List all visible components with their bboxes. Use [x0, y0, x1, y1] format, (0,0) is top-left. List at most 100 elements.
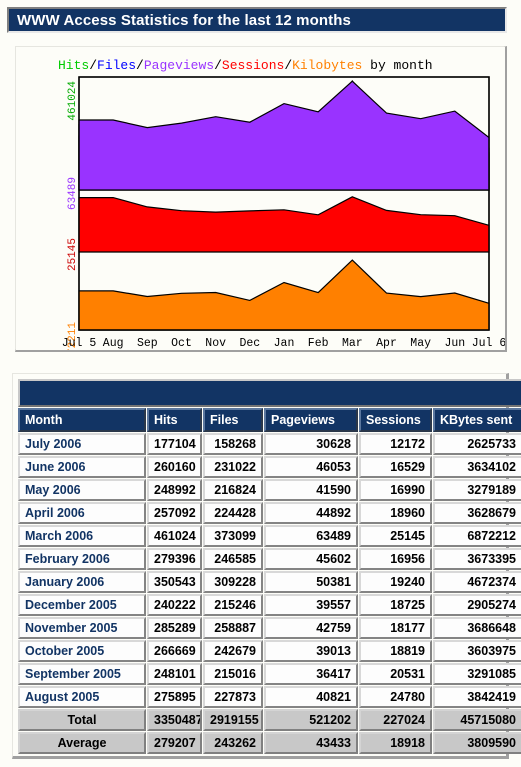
x-axis-label-3: Oct [171, 337, 192, 350]
y-axis-label-0: 461024 [67, 81, 79, 121]
cell-files: 227873 [203, 686, 263, 708]
cell-kbytes: 3686648 [433, 617, 521, 639]
chart-title-part-5: / [214, 58, 222, 73]
x-axis-label-1: Aug [103, 337, 124, 350]
cell-month[interactable]: December 2005 [18, 594, 146, 616]
total-row-hits: 3350487 [147, 709, 202, 731]
cell-sessions: 16529 [359, 456, 432, 478]
table-row: February 2006 279396 246585 45602 16956 36733… [18, 548, 521, 570]
cell-pageviews: 40821 [264, 686, 358, 708]
column-header-files[interactable]: Files [203, 408, 263, 432]
cell-sessions: 18960 [359, 502, 432, 524]
table-row: October 2005 266669 242679 39013 18819 360397… [18, 640, 521, 662]
table-row: March 2006 461024 373099 63489 25145 6872212 [18, 525, 521, 547]
cell-kbytes: 3842419 [433, 686, 521, 708]
cell-month[interactable]: September 2005 [18, 663, 146, 685]
cell-month[interactable]: March 2006 [18, 525, 146, 547]
cell-hits: 275895 [147, 686, 202, 708]
cell-month[interactable]: May 2006 [18, 479, 146, 501]
y-axis-label-1: 63489 [67, 177, 79, 210]
cell-month[interactable]: April 2006 [18, 502, 146, 524]
x-axis-label-7: Feb [308, 337, 329, 350]
cell-sessions: 18725 [359, 594, 432, 616]
cell-pageviews: 50381 [264, 571, 358, 593]
x-axis-label-4: Nov [205, 337, 226, 350]
table-row: January 2006 350543 309228 50381 19240 467237… [18, 571, 521, 593]
x-axis-label-9: Apr [376, 337, 397, 350]
column-header-pageviews[interactable]: Pageviews [264, 408, 358, 432]
total-row-pageviews: 521202 [264, 709, 358, 731]
cell-month[interactable]: February 2006 [18, 548, 146, 570]
column-header-kbytes-sent[interactable]: KBytes sent [433, 408, 521, 432]
cell-files: 231022 [203, 456, 263, 478]
total-row-files: 2919155 [203, 709, 263, 731]
chart-title-part-2: Files [97, 58, 136, 73]
cell-sessions: 20531 [359, 663, 432, 685]
cell-sessions: 16956 [359, 548, 432, 570]
table-row: July 2006 177104 158268 30628 12172 2625733 [18, 433, 521, 455]
cell-pageviews: 41590 [264, 479, 358, 501]
cell-month[interactable]: January 2006 [18, 571, 146, 593]
x-axis-label-10: May [410, 337, 431, 350]
cell-month[interactable]: July 2006 [18, 433, 146, 455]
cell-files: 158268 [203, 433, 263, 455]
chart-title-text: Hits/Files/Pageviews/Sessions/Kilobytes … [58, 58, 433, 73]
table-row: May 2006 248992 216824 41590 16990 3279189 [18, 479, 521, 501]
chart-svg: Hits/Files/Pageviews/Sessions/Kilobytes … [16, 47, 506, 368]
cell-kbytes: 2625733 [433, 433, 521, 455]
cell-month[interactable]: October 2005 [18, 640, 146, 662]
x-axis-label-11: Jun [444, 337, 465, 350]
chart-title-part-8: Kilobytes [292, 58, 362, 73]
cell-hits: 350543 [147, 571, 202, 593]
column-header-hits[interactable]: Hits [147, 408, 202, 432]
cell-hits: 257092 [147, 502, 202, 524]
table-row: June 2006 260160 231022 46053 16529 3634102 [18, 456, 521, 478]
cell-month[interactable]: June 2006 [18, 456, 146, 478]
cell-pageviews: 30628 [264, 433, 358, 455]
cell-pageviews: 46053 [264, 456, 358, 478]
cell-kbytes: 3603975 [433, 640, 521, 662]
cell-files: 258887 [203, 617, 263, 639]
total-row-kbytes: 45715080 [433, 709, 521, 731]
page-title: WWW Access Statistics for the last 12 mo… [17, 11, 351, 29]
cell-pageviews: 42759 [264, 617, 358, 639]
cell-files: 309228 [203, 571, 263, 593]
cell-files: 215246 [203, 594, 263, 616]
x-axis-label-0: Jul 5 [62, 337, 97, 350]
column-header-month[interactable]: Month [18, 408, 146, 432]
average-row-files: 243262 [203, 732, 263, 754]
page-title-bar: WWW Access Statistics for the last 12 mo… [7, 7, 507, 33]
cell-hits: 279396 [147, 548, 202, 570]
chart-title-part-0: Hits [58, 58, 89, 73]
x-axis-label-6: Jan [274, 337, 295, 350]
cell-files: 242679 [203, 640, 263, 662]
cell-kbytes: 2905274 [433, 594, 521, 616]
chart-title-part-3: / [136, 58, 144, 73]
cell-sessions: 19240 [359, 571, 432, 593]
average-row-sessions: 18918 [359, 732, 432, 754]
average-row-pageviews: 43433 [264, 732, 358, 754]
cell-month[interactable]: November 2005 [18, 617, 146, 639]
cell-files: 215016 [203, 663, 263, 685]
cell-kbytes: 3634102 [433, 456, 521, 478]
cell-sessions: 18177 [359, 617, 432, 639]
chart-title-part-9: by month [362, 58, 432, 73]
table-banner-row [18, 379, 521, 407]
total-row-label: Total [18, 709, 146, 731]
usage-by-month-chart: Hits/Files/Pageviews/Sessions/Kilobytes … [16, 47, 506, 368]
cell-sessions: 16990 [359, 479, 432, 501]
cell-files: 216824 [203, 479, 263, 501]
cell-pageviews: 39013 [264, 640, 358, 662]
cell-pageviews: 63489 [264, 525, 358, 547]
monthly-statistics-panel: Month Hits Files Pageviews Sessions KBytes se… [12, 373, 521, 759]
chart-title-part-6: Sessions [222, 58, 284, 73]
x-axis-label-12: Jul 6 [472, 337, 505, 350]
column-header-sessions[interactable]: Sessions [359, 408, 432, 432]
cell-month[interactable]: August 2005 [18, 686, 146, 708]
table-header-row: Month Hits Files Pageviews Sessions KBytes se… [18, 408, 521, 432]
cell-kbytes: 4672374 [433, 571, 521, 593]
chart-panel: Hits/Files/Pageviews/Sessions/Kilobytes … [15, 46, 507, 368]
cell-hits: 248992 [147, 479, 202, 501]
cell-kbytes: 6872212 [433, 525, 521, 547]
table-row: August 2005 275895 227873 40821 24780 3842419 [18, 686, 521, 708]
